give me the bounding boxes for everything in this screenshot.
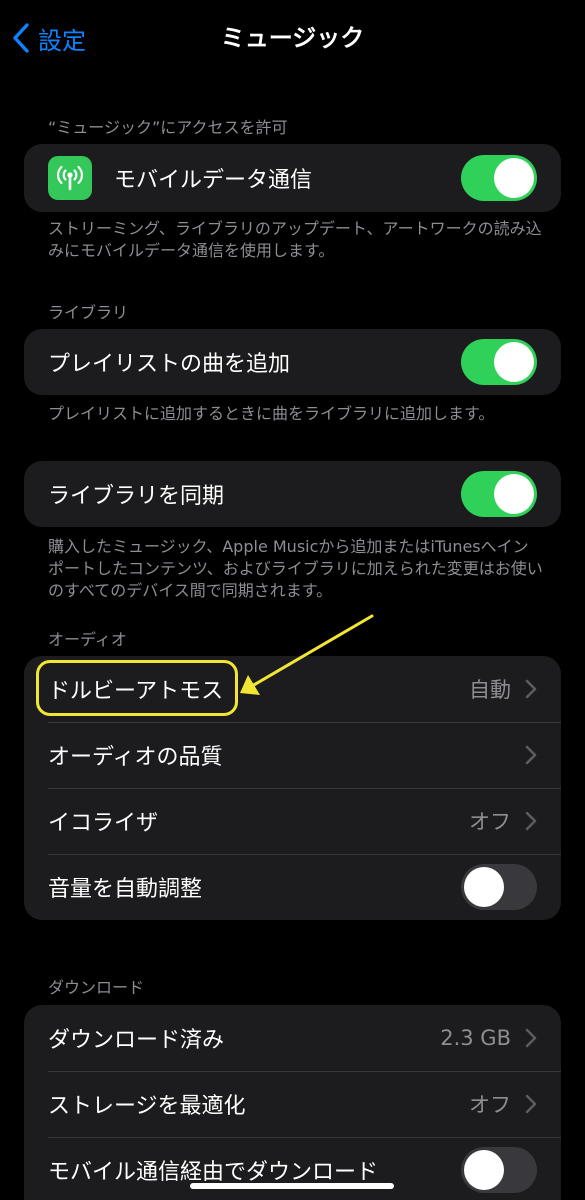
- chevron-right-icon: [525, 811, 537, 831]
- equalizer-label: イコライザ: [48, 811, 159, 836]
- audio-quality-row[interactable]: オーディオの品質: [24, 722, 561, 788]
- downloaded-music-label: ダウンロード済み: [48, 1028, 225, 1053]
- optimize-storage-label: ストレージを最適化: [48, 1094, 246, 1119]
- section-header-access: “ミュージック”にアクセスを許可: [48, 118, 288, 137]
- sync-library-row: ライブラリを同期: [24, 461, 561, 527]
- add-playlist-footer: プレイリストに追加するときに曲をライブラリに追加します。: [48, 404, 495, 423]
- page-title: ミュージック: [220, 24, 365, 52]
- sync-library-toggle[interactable]: [461, 471, 537, 517]
- home-indicator: [190, 1183, 394, 1189]
- dolby-atmos-value: 自動: [469, 678, 511, 702]
- equalizer-row[interactable]: イコライザ オフ: [24, 788, 561, 854]
- add-playlist-songs-row: プレイリストの曲を追加: [24, 329, 561, 395]
- optimize-storage-value: オフ: [469, 1093, 511, 1117]
- cellular-download-toggle[interactable]: [461, 1147, 537, 1193]
- access-footer: ストリーミング、ライブラリのアップデート、アートワークの読み込みにモバイルデータ…: [48, 219, 542, 260]
- chevron-right-icon: [525, 679, 537, 699]
- downloads-group: ダウンロード済み 2.3 GB ストレージを最適化 オフ モバイル通信経由でダウ…: [24, 1005, 561, 1200]
- cellular-download-label: モバイル通信経由でダウンロード: [48, 1160, 379, 1185]
- library-add-group: プレイリストの曲を追加: [24, 329, 561, 395]
- toggle-knob: [464, 867, 504, 907]
- optimize-storage-row[interactable]: ストレージを最適化 オフ: [24, 1071, 561, 1137]
- navigation-bar: 設定 ミュージック: [0, 0, 585, 80]
- chevron-right-icon: [525, 745, 537, 765]
- toggle-knob: [494, 342, 534, 382]
- cellular-data-toggle[interactable]: [461, 155, 537, 201]
- toggle-knob: [464, 1150, 504, 1190]
- chevron-right-icon: [525, 1028, 537, 1048]
- dolby-atmos-label: ドルビーアトモス: [48, 679, 224, 704]
- add-playlist-songs-toggle[interactable]: [461, 339, 537, 385]
- audio-group: ドルビーアトモス 自動 オーディオの品質 イコライザ オフ 音量を自動調整: [24, 656, 561, 920]
- sound-check-row: 音量を自動調整: [24, 854, 561, 920]
- downloaded-music-value: 2.3 GB: [440, 1026, 511, 1050]
- equalizer-value: オフ: [469, 810, 511, 834]
- section-header-audio: オーディオ: [48, 630, 127, 649]
- section-header-downloads: ダウンロード: [48, 978, 145, 997]
- access-group: モバイルデータ通信: [24, 144, 561, 212]
- sync-library-label: ライブラリを同期: [48, 484, 225, 509]
- dolby-atmos-row[interactable]: ドルビーアトモス 自動: [24, 656, 561, 722]
- downloaded-music-row[interactable]: ダウンロード済み 2.3 GB: [24, 1005, 561, 1071]
- toggle-knob: [494, 158, 534, 198]
- cellular-data-row: モバイルデータ通信: [24, 144, 561, 212]
- toggle-knob: [494, 474, 534, 514]
- section-header-library: ライブラリ: [48, 303, 129, 322]
- sync-library-footer: 購入したミュージック、Apple Musicから追加またはiTunesへインポー…: [48, 537, 543, 600]
- sound-check-toggle[interactable]: [461, 864, 537, 910]
- chevron-right-icon: [525, 1094, 537, 1114]
- audio-quality-label: オーディオの品質: [48, 745, 223, 770]
- add-playlist-songs-label: プレイリストの曲を追加: [48, 352, 291, 377]
- cellular-download-row: モバイル通信経由でダウンロード: [24, 1137, 561, 1200]
- sound-check-label: 音量を自動調整: [48, 877, 203, 902]
- library-sync-group: ライブラリを同期: [24, 461, 561, 527]
- cellular-data-label: モバイルデータ通信: [114, 168, 313, 193]
- cellular-antenna-icon: [48, 156, 92, 200]
